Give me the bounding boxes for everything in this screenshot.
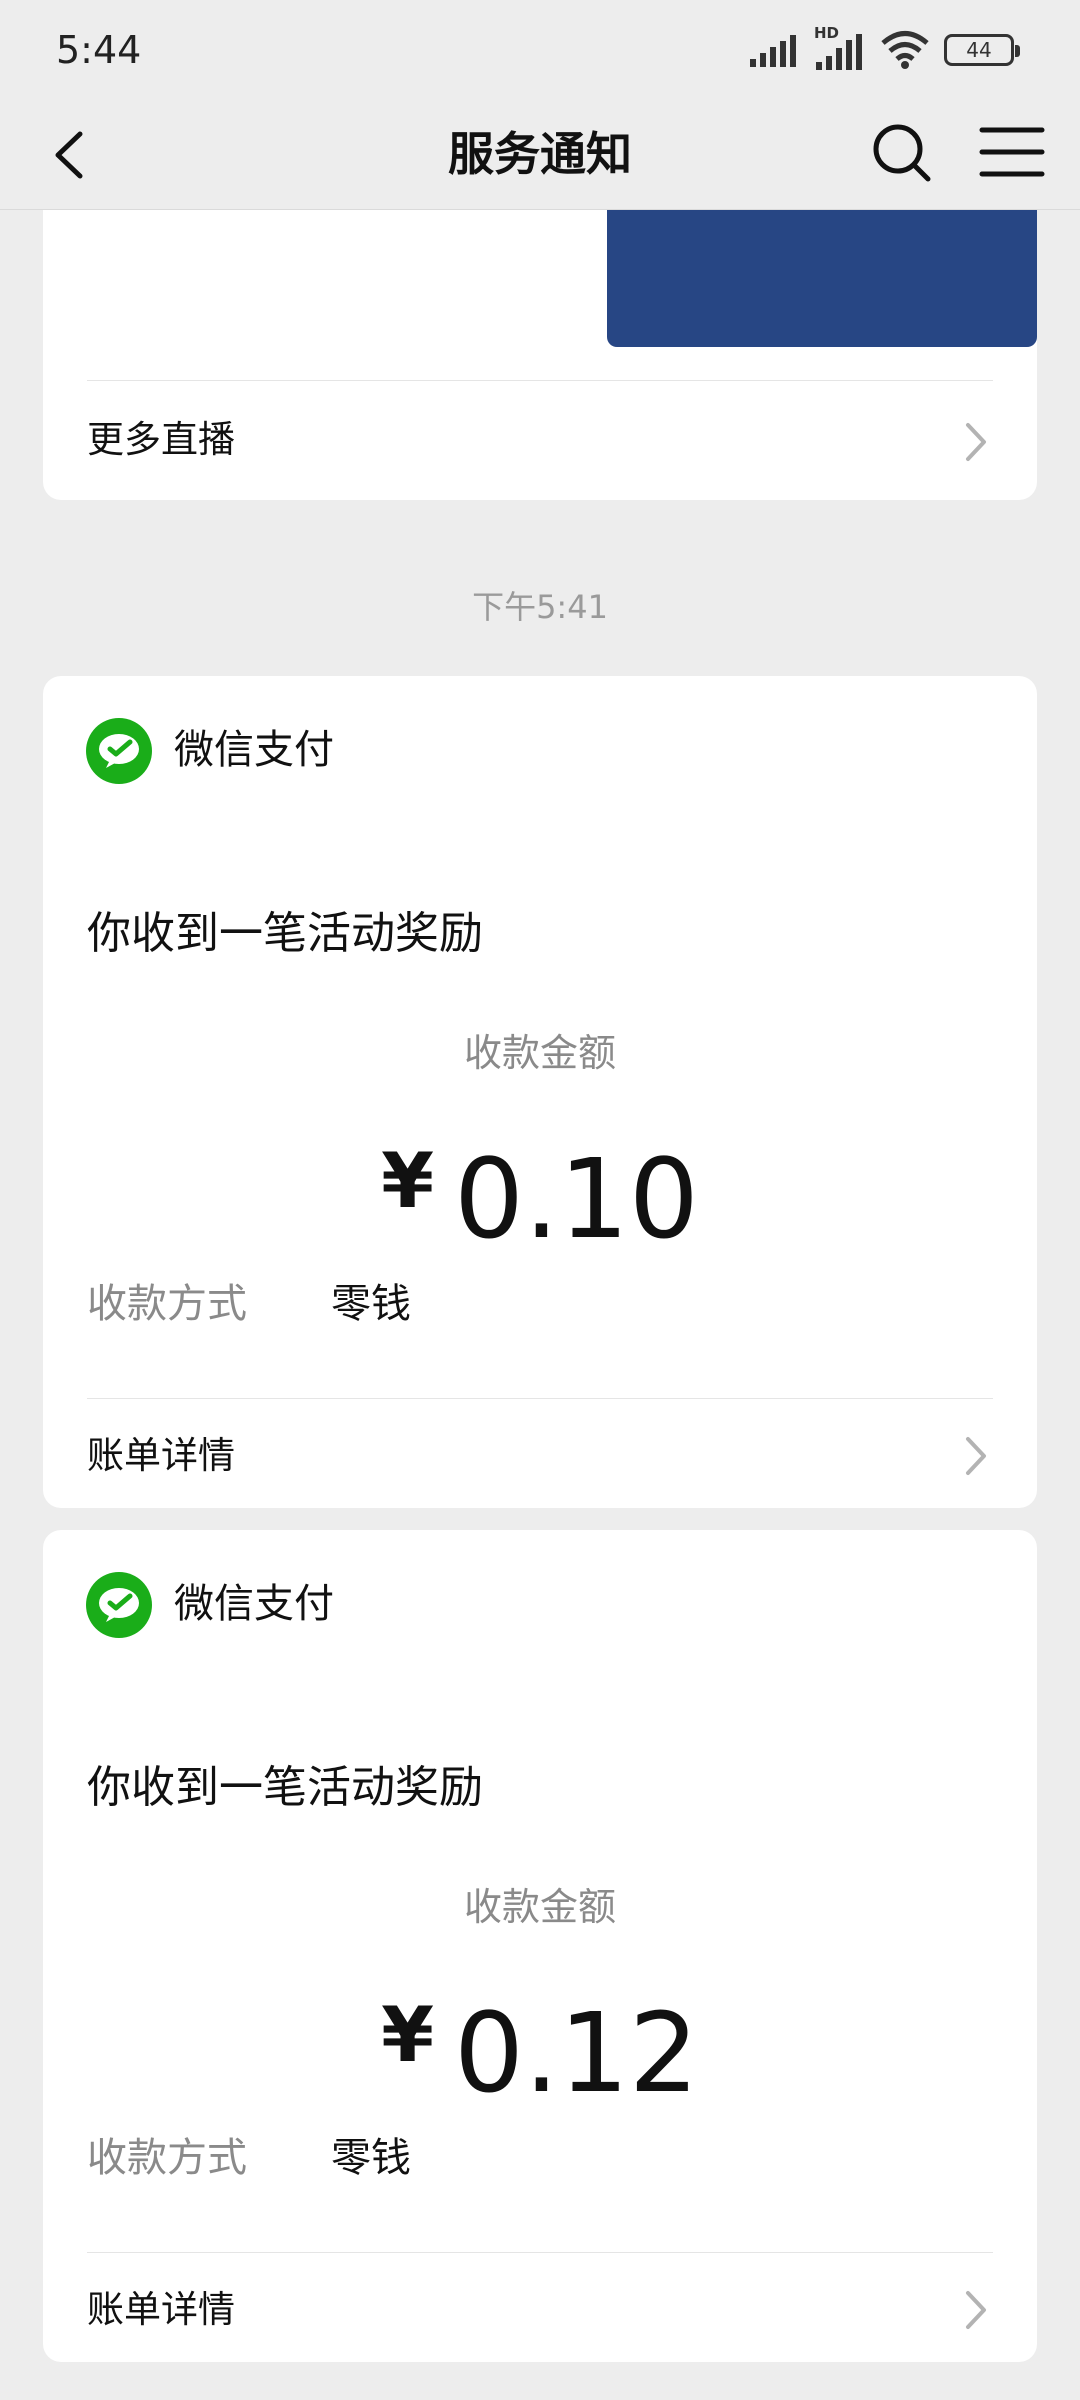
wechat-pay-logo-icon — [86, 1572, 152, 1638]
hd-signal-icon: HD — [814, 24, 866, 70]
payment-card[interactable]: 微信支付 你收到一笔活动奖励 收款金额 ¥0.12 收款方式 零钱 账单详情 — [43, 1530, 1037, 2362]
chevron-right-icon — [966, 2291, 986, 2329]
status-time: 5:44 — [56, 28, 142, 72]
method-value: 零钱 — [331, 2135, 411, 2181]
payment-headline: 你收到一笔活动奖励 — [87, 1762, 483, 1813]
status-bar: 5:44 HD 44 — [0, 0, 1080, 100]
more-live-link[interactable]: 更多直播 — [87, 412, 235, 468]
sender-name: 微信支付 — [174, 727, 334, 773]
amount-label: 收款金额 — [463, 1885, 616, 1929]
currency-symbol: ¥ — [381, 1990, 434, 2079]
message-timestamp: 下午5:41 — [472, 588, 608, 626]
amount-value: ¥0.10 — [43, 1116, 1037, 1264]
search-icon[interactable] — [864, 114, 940, 190]
payment-card[interactable]: 微信支付 你收到一笔活动奖励 收款金额 ¥0.10 收款方式 零钱 账单详情 — [43, 676, 1037, 1508]
signal-icon — [750, 35, 796, 67]
method-label: 收款方式 — [87, 1281, 247, 1327]
chevron-right-icon — [966, 423, 986, 461]
divider — [87, 2252, 993, 2253]
amount-number: 0.10 — [453, 1135, 699, 1263]
method-label: 收款方式 — [87, 2135, 247, 2181]
nav-bar: 服务通知 — [0, 100, 1080, 210]
wifi-icon — [881, 31, 929, 69]
payment-headline: 你收到一笔活动奖励 — [87, 908, 483, 959]
amount-number: 0.12 — [453, 1989, 699, 2117]
menu-icon[interactable] — [974, 114, 1050, 190]
chevron-right-icon — [966, 1437, 986, 1475]
method-value: 零钱 — [331, 1281, 411, 1327]
bill-details-link[interactable]: 账单详情 — [87, 2282, 235, 2338]
amount-value: ¥0.12 — [43, 1970, 1037, 2118]
currency-symbol: ¥ — [381, 1136, 434, 1225]
divider — [87, 1398, 993, 1399]
wechat-pay-logo-icon — [86, 718, 152, 784]
battery-icon: 44 — [944, 34, 1020, 66]
amount-label: 收款金额 — [463, 1031, 616, 1075]
divider — [87, 380, 993, 381]
bill-details-link[interactable]: 账单详情 — [87, 1428, 235, 1484]
battery-level: 44 — [966, 38, 992, 62]
sender-name: 微信支付 — [174, 1581, 334, 1627]
live-card: 更多直播 — [43, 210, 1037, 500]
live-thumbnail[interactable] — [607, 210, 1037, 347]
status-icons: HD 44 — [750, 24, 1020, 70]
